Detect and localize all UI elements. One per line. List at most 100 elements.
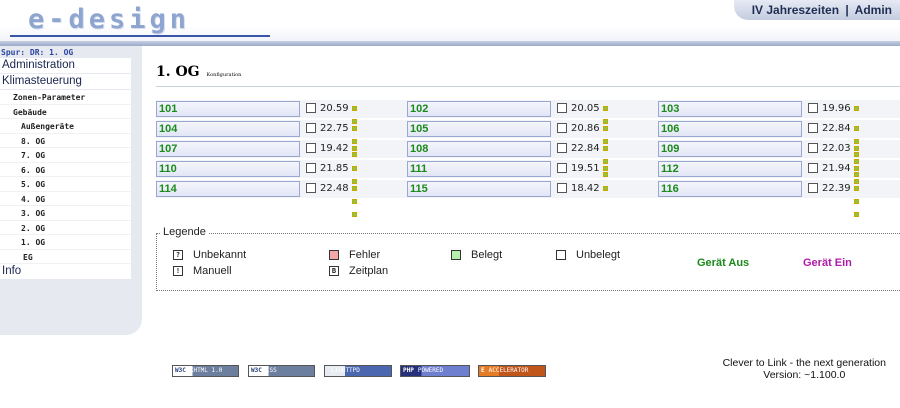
level-dot-icon bbox=[603, 126, 608, 131]
room-level-indicator bbox=[854, 146, 860, 177]
page-title-text: 1. OG bbox=[156, 64, 200, 80]
room-status-checkbox bbox=[306, 183, 316, 193]
level-dot-icon bbox=[854, 179, 859, 184]
room-button[interactable]: 102 bbox=[407, 101, 551, 117]
user-link[interactable]: Admin bbox=[855, 3, 892, 17]
legend-title: Legende bbox=[161, 226, 208, 238]
level-dot-icon bbox=[854, 139, 859, 144]
sidebar-item-info[interactable]: Info bbox=[0, 264, 131, 280]
room-status-checkbox bbox=[808, 183, 818, 193]
room-temperature: 20.86 bbox=[571, 123, 600, 134]
badge-right-text: ACCELERATOR bbox=[488, 367, 529, 374]
room-level-indicator bbox=[352, 166, 358, 184]
room-button[interactable]: 112 bbox=[658, 161, 802, 177]
footer-badge[interactable]: W3C XHTML 1.0 bbox=[172, 365, 239, 377]
room-temperature: 22.03 bbox=[822, 143, 851, 154]
sidebar-item-5-og[interactable]: 5. OG bbox=[0, 177, 131, 192]
room-button[interactable]: 103 bbox=[658, 101, 802, 117]
room-level-indicator bbox=[603, 186, 609, 191]
page-subtitle: Konfiguration bbox=[206, 72, 242, 78]
sidebar-item-administration[interactable]: Administration bbox=[0, 58, 131, 74]
legend-unoccupied-label: Unbelegt bbox=[576, 249, 621, 261]
footer-tagline: Clever to Link - the next generation bbox=[722, 357, 886, 369]
room-status-checkbox bbox=[557, 183, 567, 193]
room-level-indicator bbox=[352, 146, 358, 151]
logo[interactable]: e-design bbox=[28, 4, 190, 35]
room-button[interactable]: 101 bbox=[156, 101, 300, 117]
logo-underline bbox=[10, 35, 270, 37]
sidebar-item-klimasteuerung[interactable]: Klimasteuerung bbox=[0, 74, 131, 90]
level-dot-icon bbox=[352, 119, 357, 124]
room-button[interactable]: 104 bbox=[156, 121, 300, 137]
room-status-checkbox bbox=[306, 143, 316, 153]
level-dot-icon bbox=[603, 106, 608, 111]
breadcrumb: Spur: DR: 1. OG bbox=[1, 48, 74, 57]
room-status-checkbox bbox=[306, 123, 316, 133]
badge-left-text: PHP bbox=[403, 367, 414, 374]
level-dot-icon bbox=[854, 152, 859, 157]
sidebar-item-zonen-parameter[interactable]: Zonen-Parameter bbox=[0, 90, 131, 105]
level-dot-icon bbox=[854, 159, 859, 164]
room-level-indicator bbox=[352, 106, 358, 124]
sidebar: Spur: DR: 1. OG Administration Klimasteu… bbox=[0, 46, 142, 335]
location-link[interactable]: IV Jahreszeiten bbox=[752, 3, 839, 17]
room-temperature: 18.42 bbox=[571, 183, 600, 194]
room-button[interactable]: 110 bbox=[156, 161, 300, 177]
user-info: IV Jahreszeiten | Admin bbox=[733, 0, 900, 20]
room-level-indicator bbox=[603, 166, 609, 171]
room-button[interactable]: 105 bbox=[407, 121, 551, 137]
footer-text: Clever to Link - the next generation Ver… bbox=[723, 357, 886, 381]
room-button[interactable]: 114 bbox=[156, 181, 300, 197]
room-status-checkbox bbox=[808, 123, 818, 133]
level-dot-icon bbox=[603, 159, 608, 164]
level-dot-icon bbox=[603, 119, 608, 124]
room-button[interactable]: 108 bbox=[407, 141, 551, 157]
level-dot-icon bbox=[352, 146, 357, 151]
room-temperature: 19.42 bbox=[320, 143, 349, 154]
room-button[interactable]: 106 bbox=[658, 121, 802, 137]
room-temperature: 21.85 bbox=[320, 163, 349, 174]
room-level-indicator bbox=[352, 126, 358, 157]
footer-badge[interactable]: LIGHTTPD bbox=[324, 365, 392, 377]
level-dot-icon bbox=[854, 199, 859, 204]
footer-badge[interactable]: PHP POWERED bbox=[400, 365, 470, 377]
legend: Legende ? Unbekannt ! Manuell Fehler B Z… bbox=[156, 226, 900, 291]
room-temperature: 22.75 bbox=[320, 123, 349, 134]
level-dot-icon bbox=[352, 212, 357, 217]
legend-schedule-label: Zeitplan bbox=[349, 265, 389, 277]
room-level-indicator bbox=[603, 106, 609, 124]
sidebar-item-aussengeraete[interactable]: Außengeräte bbox=[0, 119, 131, 134]
sidebar-item-7-og[interactable]: 7. OG bbox=[0, 148, 131, 163]
sidebar-item-4-og[interactable]: 4. OG bbox=[0, 191, 131, 206]
sidebar-item-6-og[interactable]: 6. OG bbox=[0, 162, 131, 177]
room-status-checkbox bbox=[306, 163, 316, 173]
occupied-swatch bbox=[451, 250, 461, 260]
sidebar-item-1-og[interactable]: 1. OG bbox=[0, 235, 131, 250]
room-level-indicator bbox=[854, 166, 860, 184]
room-button[interactable]: 109 bbox=[658, 141, 802, 157]
footer-badge[interactable]: E ACCELERATOR bbox=[478, 365, 546, 377]
room-temperature: 21.94 bbox=[822, 163, 851, 174]
level-dot-icon bbox=[352, 106, 357, 111]
level-dot-icon bbox=[603, 146, 608, 151]
sidebar-item-eg[interactable]: EG bbox=[0, 249, 131, 264]
level-dot-icon bbox=[603, 172, 608, 177]
room-status-checkbox bbox=[557, 143, 567, 153]
room-button[interactable]: 111 bbox=[407, 161, 551, 177]
footer-badge[interactable]: W3C CSS bbox=[248, 365, 315, 377]
sidebar-item-gebaeude[interactable]: Gebäude bbox=[0, 104, 131, 119]
main-content: 1. OG Konfiguration 101 20.59 102 20.05 103 1… bbox=[156, 64, 900, 217]
sidebar-item-2-og[interactable]: 2. OG bbox=[0, 220, 131, 235]
room-status-checkbox bbox=[808, 143, 818, 153]
room-button[interactable]: 116 bbox=[658, 181, 802, 197]
separator: | bbox=[845, 3, 849, 17]
room-button[interactable]: 115 bbox=[407, 181, 551, 197]
sidebar-item-3-og[interactable]: 3. OG bbox=[0, 206, 131, 221]
room-temperature: 22.48 bbox=[320, 183, 349, 194]
sidebar-item-8-og[interactable]: 8. OG bbox=[0, 133, 131, 148]
title-divider bbox=[156, 86, 900, 87]
device-on-label: Gerät Ein bbox=[803, 257, 852, 269]
room-button[interactable]: 107 bbox=[156, 141, 300, 157]
level-dot-icon bbox=[603, 139, 608, 144]
level-dot-icon bbox=[854, 126, 859, 131]
